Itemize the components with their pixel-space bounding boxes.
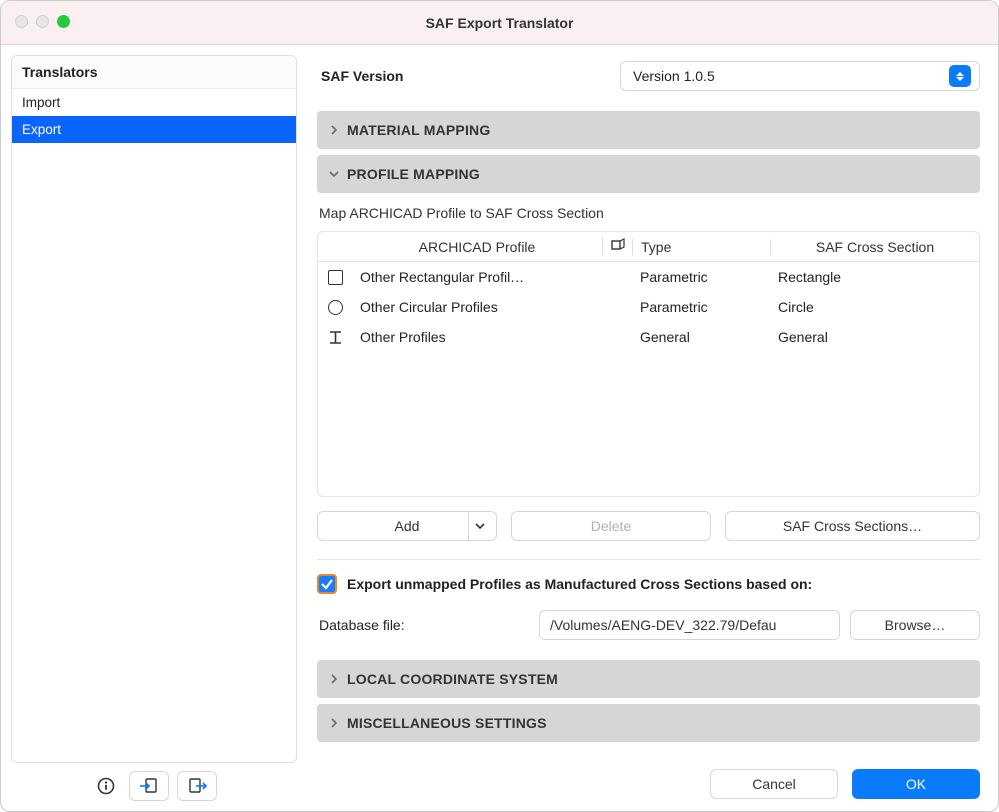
- zoom-icon[interactable]: [57, 15, 70, 28]
- cancel-button-label: Cancel: [752, 776, 796, 792]
- saf-version-label: SAF Version: [321, 68, 403, 84]
- doc-export-icon: [186, 777, 208, 795]
- database-file-label: Database file:: [319, 617, 529, 633]
- col-header-type[interactable]: Type: [632, 239, 770, 255]
- doc-import-icon: [138, 777, 160, 795]
- cell-saf: Rectangle: [770, 269, 973, 285]
- profile-mapping-table: ARCHICAD Profile Type SAF Cross Section: [317, 231, 980, 497]
- sidebar-item-export[interactable]: Export: [12, 116, 296, 143]
- info-icon: [97, 777, 115, 795]
- divider: [317, 559, 980, 560]
- table-row[interactable]: Other Circular Profiles Parametric Circl…: [318, 292, 979, 322]
- chevron-down-icon: [327, 169, 341, 179]
- check-icon: [320, 577, 334, 591]
- add-button-label: Add: [395, 518, 420, 534]
- chevron-right-icon: [327, 718, 341, 728]
- saf-version-select[interactable]: Version 1.0.5: [620, 61, 980, 91]
- window-controls: [15, 15, 70, 28]
- import-translator-button[interactable]: [129, 771, 169, 801]
- section-local-coordinate-system[interactable]: LOCAL COORDINATE SYSTEM: [317, 660, 980, 698]
- chevron-right-icon: [327, 125, 341, 135]
- ibeam-shape-icon: [318, 330, 352, 345]
- export-unmapped-checkbox[interactable]: [317, 574, 337, 594]
- col-header-shape-icon: [602, 238, 632, 255]
- cell-profile: Other Profiles: [352, 329, 602, 345]
- profile-mapping-actions: Add Delete SAF Cross Sections…: [317, 511, 980, 541]
- sidebar-item-import[interactable]: Import: [12, 89, 296, 116]
- table-row[interactable]: Other Profiles General General: [318, 322, 979, 352]
- ok-button-label: OK: [906, 776, 926, 792]
- table-header: ARCHICAD Profile Type SAF Cross Section: [318, 232, 979, 262]
- info-button[interactable]: [91, 771, 121, 801]
- saf-version-select-box: Version 1.0.5: [620, 61, 980, 91]
- section-title: MISCELLANEOUS SETTINGS: [347, 715, 547, 731]
- section-title: MATERIAL MAPPING: [347, 122, 490, 138]
- sidebar-footer: [11, 771, 297, 801]
- export-unmapped-label: Export unmapped Profiles as Manufactured…: [347, 576, 812, 592]
- saf-export-translator-window: SAF Export Translator Translators Import…: [0, 0, 999, 812]
- col-header-profile[interactable]: ARCHICAD Profile: [352, 239, 602, 255]
- database-file-row: Database file: Browse…: [317, 610, 980, 640]
- updown-icon: [949, 65, 971, 87]
- close-icon[interactable]: [15, 15, 28, 28]
- sidebar-wrap: Translators Import Export: [1, 45, 307, 811]
- minimize-icon[interactable]: [36, 15, 49, 28]
- sidebar-item-label: Import: [22, 95, 60, 110]
- circle-shape-icon: [328, 300, 343, 315]
- profile-shape-icon: [611, 238, 627, 252]
- rect-shape-icon: [328, 270, 343, 285]
- col-header-saf[interactable]: SAF Cross Section: [770, 239, 979, 255]
- profile-mapping-subtitle: Map ARCHICAD Profile to SAF Cross Sectio…: [319, 205, 978, 221]
- dialog-footer: Cancel OK: [317, 755, 980, 799]
- section-profile-mapping[interactable]: PROFILE MAPPING: [317, 155, 980, 193]
- browse-button-label: Browse…: [885, 617, 946, 633]
- delete-button-label: Delete: [591, 518, 631, 534]
- saf-cs-button-label: SAF Cross Sections…: [783, 518, 922, 534]
- section-material-mapping[interactable]: MATERIAL MAPPING: [317, 111, 980, 149]
- cell-type: Parametric: [632, 269, 770, 285]
- export-unmapped-row: Export unmapped Profiles as Manufactured…: [317, 574, 980, 594]
- section-miscellaneous-settings[interactable]: MISCELLANEOUS SETTINGS: [317, 704, 980, 742]
- section-title: LOCAL COORDINATE SYSTEM: [347, 671, 558, 687]
- titlebar: SAF Export Translator: [1, 1, 998, 45]
- main-scroll: MATERIAL MAPPING PROFILE MAPPING Map ARC…: [317, 107, 980, 755]
- cell-profile: Other Rectangular Profil…: [352, 269, 602, 285]
- window-title: SAF Export Translator: [1, 15, 998, 31]
- database-file-path[interactable]: [539, 610, 840, 640]
- table-row[interactable]: Other Rectangular Profil… Parametric Rec…: [318, 262, 979, 292]
- cell-type: General: [632, 329, 770, 345]
- ok-button[interactable]: OK: [852, 769, 980, 799]
- cell-saf: Circle: [770, 299, 973, 315]
- chevron-down-icon: [468, 512, 490, 540]
- section-title: PROFILE MAPPING: [347, 166, 480, 182]
- delete-button[interactable]: Delete: [511, 511, 711, 541]
- sidebar-header: Translators: [12, 56, 296, 89]
- cell-type: Parametric: [632, 299, 770, 315]
- cell-profile: Other Circular Profiles: [352, 299, 602, 315]
- browse-button[interactable]: Browse…: [850, 610, 980, 640]
- saf-version-row: SAF Version Version 1.0.5: [317, 61, 980, 91]
- sidebar-item-label: Export: [22, 122, 61, 137]
- saf-cross-sections-button[interactable]: SAF Cross Sections…: [725, 511, 980, 541]
- window-body: Translators Import Export: [1, 45, 998, 811]
- saf-version-value: Version 1.0.5: [633, 68, 949, 84]
- cancel-button[interactable]: Cancel: [710, 769, 838, 799]
- main-panel: SAF Version Version 1.0.5 MATE: [307, 45, 998, 811]
- cell-saf: General: [770, 329, 973, 345]
- export-translator-button[interactable]: [177, 771, 217, 801]
- chevron-right-icon: [327, 674, 341, 684]
- add-button[interactable]: Add: [317, 511, 497, 541]
- translators-sidebar: Translators Import Export: [11, 55, 297, 763]
- sidebar-list: Import Export: [12, 89, 296, 762]
- table-body: Other Rectangular Profil… Parametric Rec…: [318, 262, 979, 496]
